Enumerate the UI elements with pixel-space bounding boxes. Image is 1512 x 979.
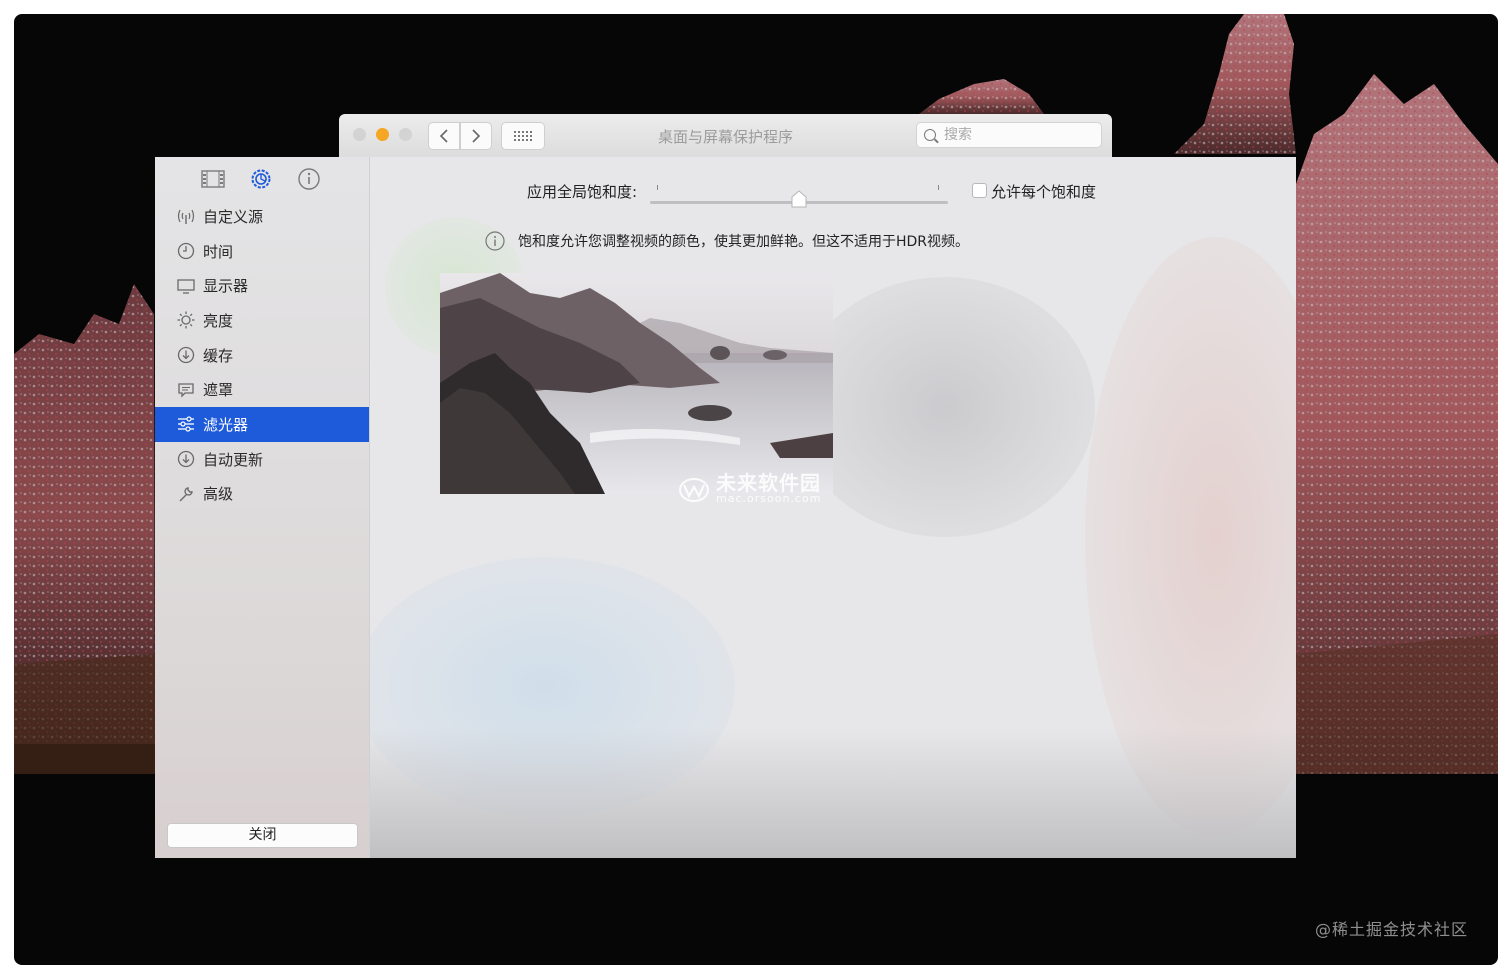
slider-tick-max	[938, 185, 939, 190]
sidebar-item-label: 显示器	[203, 277, 249, 296]
sidebar-item-advanced[interactable]: 高级	[155, 477, 369, 512]
sidebar-item-brightness[interactable]: 亮度	[155, 303, 369, 338]
sidebar-item-cache[interactable]: 缓存	[155, 338, 369, 373]
sidebar-tabs	[200, 167, 322, 191]
search-field[interactable]: 搜索	[916, 122, 1102, 148]
watermark-title: 未来软件园	[716, 471, 821, 495]
download-circle-icon	[177, 450, 195, 468]
search-icon	[924, 129, 936, 141]
sidebar-item-label: 亮度	[203, 311, 234, 330]
sidebar-item-label: 缓存	[203, 346, 234, 365]
sidebar-item-label: 高级	[203, 485, 234, 504]
filter-settings: 应用全局饱和度: 允许每个饱和度 饱和度允许您调整视频的颜色，使其更加鲜艳。但这…	[370, 157, 1296, 858]
system-preferences-titlebar: 桌面与屏幕保护程序 搜索	[339, 114, 1112, 159]
sidebar-item-label: 自动更新	[203, 450, 264, 469]
sidebar: 自定义源 时间 显示器 亮度 缓存 遮罩 滤光器 自动更新 高级 关闭	[155, 157, 370, 858]
info-circle-icon	[485, 231, 505, 251]
gear-icon[interactable]	[248, 167, 274, 191]
antenna-icon	[177, 207, 195, 225]
speech-bubble-icon	[177, 381, 195, 399]
clock-icon	[177, 242, 195, 260]
sidebar-item-display[interactable]: 显示器	[155, 268, 369, 303]
screensaver-options-panel: 自定义源 时间 显示器 亮度 缓存 遮罩 滤光器 自动更新 高级 关闭 应用全局…	[155, 157, 1296, 858]
film-strip-icon[interactable]	[200, 167, 226, 191]
sidebar-item-label: 时间	[203, 242, 234, 261]
sidebar-nav: 自定义源 时间 显示器 亮度 缓存 遮罩 滤光器 自动更新 高级	[155, 199, 369, 511]
close-button[interactable]: 关闭	[167, 823, 358, 848]
info-text: 饱和度允许您调整视频的颜色，使其更加鲜艳。但这不适用于HDR视频。	[518, 234, 970, 250]
corner-watermark: @稀土掘金技术社区	[1314, 920, 1468, 939]
sidebar-item-time[interactable]: 时间	[155, 234, 369, 269]
sidebar-item-filter[interactable]: 滤光器	[155, 407, 369, 442]
sidebar-item-label: 滤光器	[203, 415, 249, 434]
sidebar-item-label: 遮罩	[203, 381, 234, 400]
sidebar-item-auto-update[interactable]: 自动更新	[155, 442, 369, 477]
info-icon[interactable]	[296, 167, 322, 191]
watermark-url: mac.orsoon.com	[716, 492, 822, 505]
video-preview-image	[440, 273, 833, 494]
per-video-saturation-checkbox[interactable]	[972, 183, 987, 198]
wrench-icon	[177, 485, 195, 503]
preview-watermark: 未来软件园 mac.orsoon.com	[678, 471, 822, 505]
global-saturation-label: 应用全局饱和度:	[527, 183, 638, 201]
slider-tick-min	[657, 185, 658, 190]
sun-icon	[177, 311, 195, 329]
search-placeholder: 搜索	[944, 127, 972, 143]
sidebar-item-custom-source[interactable]: 自定义源	[155, 199, 369, 234]
sidebar-item-overlay[interactable]: 遮罩	[155, 372, 369, 407]
display-icon	[177, 277, 195, 295]
watermark-logo-icon	[679, 477, 709, 502]
per-video-saturation-label: 允许每个饱和度	[991, 183, 1097, 201]
saturation-slider-thumb[interactable]	[791, 190, 807, 208]
download-circle-icon	[177, 346, 195, 364]
saturation-info: 饱和度允许您调整视频的颜色，使其更加鲜艳。但这不适用于HDR视频。	[485, 231, 969, 251]
sidebar-item-label: 自定义源	[203, 207, 264, 226]
sliders-icon	[177, 415, 195, 433]
